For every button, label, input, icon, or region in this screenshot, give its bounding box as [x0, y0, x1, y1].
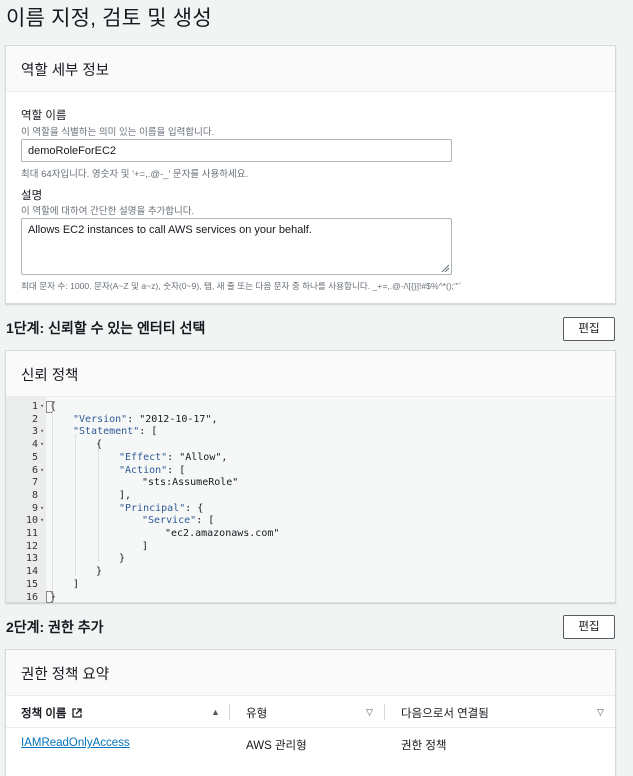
- line-number: 11: [25, 528, 38, 539]
- policy-attached-as: 권한 정책: [401, 740, 447, 752]
- line-number: 7: [31, 477, 38, 489]
- description-label: 설명: [21, 190, 43, 202]
- description-textarea[interactable]: Allows EC2 instances to call AWS service…: [21, 218, 452, 275]
- sort-icon[interactable]: ▽: [366, 707, 373, 718]
- json-key: "Version": [73, 413, 128, 425]
- code-text: }: [119, 553, 126, 565]
- code-text: }: [96, 566, 103, 578]
- code-text: ],: [119, 489, 132, 501]
- code-text: "Effect": "Allow",: [119, 452, 227, 463]
- line-number: 16: [25, 591, 38, 603]
- json-key: "Action": [119, 464, 168, 476]
- code-line: 16}: [6, 592, 615, 605]
- role-details-header: 역할 세부 정보: [6, 46, 615, 92]
- trust-policy-header: 신뢰 정책: [6, 351, 615, 397]
- role-name-constraint: 최대 64자입니다. 영숫자 및 '+=,.@-_' 문자를 사용하세요.: [21, 169, 249, 180]
- fold-arrow-icon[interactable]: ▾: [40, 466, 44, 474]
- line-number: 2: [31, 413, 38, 425]
- line-number: 4: [31, 439, 38, 451]
- code-text: "Statement": [: [73, 426, 157, 437]
- line-number: 9: [31, 502, 38, 514]
- line-number: 5: [31, 451, 38, 463]
- line-number: 6: [31, 464, 38, 476]
- page-title: 이름 지정, 검토 및 생성: [6, 7, 212, 30]
- column-label: 정책 이름: [21, 708, 67, 720]
- fold-arrow-icon[interactable]: ▾: [40, 402, 44, 410]
- line-number: 12: [25, 540, 38, 552]
- json-value: : [: [139, 426, 158, 438]
- column-divider: [229, 704, 230, 720]
- code-line: 14}: [6, 566, 615, 579]
- code-line: 2 "Version": "2012-10-17",: [6, 414, 615, 427]
- code-line: 3 ▾ "Statement": [: [6, 426, 615, 439]
- step2-title: 2단계: 권한 추가: [6, 619, 104, 635]
- role-name-input[interactable]: demoRoleForEC2: [21, 139, 452, 162]
- sort-ascending-icon[interactable]: ▲: [211, 707, 220, 717]
- resize-handle-icon[interactable]: [441, 264, 449, 272]
- code-text: "Service": [: [142, 515, 214, 526]
- indent-guide: [52, 409, 53, 589]
- json-key: "Service": [142, 515, 197, 527]
- column-header-policy-name[interactable]: 정책 이름: [21, 696, 82, 728]
- line-number: 14: [25, 566, 38, 578]
- role-name-label: 역할 이름: [21, 110, 67, 122]
- policy-name-link[interactable]: IAMReadOnlyAccess: [21, 737, 130, 749]
- permissions-summary-panel: 권한 정책 요약 정책 이름 ▲ 유형 ▽ 다음으로서 연결됨 ▽ IAMRea…: [5, 649, 616, 776]
- permissions-summary-header: 권한 정책 요약: [6, 650, 615, 696]
- code-line: 15]: [6, 579, 615, 592]
- trust-policy-code-editor[interactable]: 1 ▾{2 "Version": "2012-10-17", 3 ▾ "Statement…: [6, 397, 615, 605]
- fold-arrow-icon[interactable]: ▾: [40, 440, 44, 448]
- json-key: "Effect": [119, 451, 168, 463]
- fold-arrow-icon[interactable]: ▾: [40, 427, 44, 435]
- json-value: : {: [185, 502, 204, 514]
- json-key: "Statement": [73, 426, 140, 438]
- line-number: 3: [31, 426, 38, 438]
- description-description: 이 역할에 대하여 간단한 설명을 추가합니다.: [21, 206, 195, 217]
- bracket-match-highlight: [46, 591, 53, 603]
- step2-edit-button[interactable]: 편집: [563, 615, 615, 639]
- code-text: "Principal": {: [119, 503, 203, 514]
- code-text: "Version": "2012-10-17",: [73, 414, 218, 425]
- line-number: 13: [25, 553, 38, 565]
- indent-guide: [98, 449, 99, 561]
- json-value: : [: [167, 464, 186, 476]
- json-key: "Principal": [119, 502, 186, 514]
- table-header-row: [6, 696, 615, 728]
- code-line: 1 ▾{: [6, 401, 615, 414]
- sort-icon[interactable]: ▽: [597, 707, 604, 718]
- code-text: "ec2.amazonaws.com": [165, 528, 280, 539]
- line-number: 15: [25, 578, 38, 590]
- code-text: ]: [73, 578, 80, 590]
- fold-arrow-icon[interactable]: ▾: [40, 504, 44, 512]
- line-number: 1: [31, 401, 38, 412]
- column-header-type[interactable]: 유형: [246, 696, 267, 728]
- external-link-icon: [72, 708, 82, 718]
- description-value: Allows EC2 instances to call AWS service…: [28, 224, 312, 236]
- code-text: "sts:AssumeRole": [142, 477, 239, 489]
- indent-guide: [75, 435, 76, 575]
- code-text: ]: [142, 540, 149, 552]
- description-constraint: 최대 문자 수: 1000. 문자(A~Z 및 a~z), 숫자(0~9), 탭…: [21, 281, 462, 291]
- role-details-panel: 역할 세부 정보 역할 이름 이 역할을 식별하는 의미 있는 이름을 입력합니…: [5, 45, 616, 304]
- column-divider: [384, 704, 385, 720]
- line-number: 10: [25, 515, 38, 527]
- fold-arrow-icon[interactable]: ▾: [40, 516, 44, 524]
- json-value: : [: [196, 515, 215, 527]
- role-name-description: 이 역할을 식별하는 의미 있는 이름을 입력합니다.: [21, 127, 215, 138]
- trust-policy-panel: 신뢰 정책 1 ▾{2 "Version": "2012-10-17", 3 ▾ "Sta…: [5, 350, 616, 603]
- code-text: "Action": [: [119, 465, 185, 476]
- json-value: : "Allow",: [167, 451, 228, 463]
- code-text: {: [96, 439, 103, 451]
- step1-title: 1단계: 신뢰할 수 있는 엔터티 선택: [6, 320, 206, 336]
- json-value: : "2012-10-17",: [127, 413, 218, 425]
- step1-edit-button[interactable]: 편집: [563, 317, 615, 341]
- column-header-attached-as[interactable]: 다음으로서 연결됨: [401, 696, 489, 728]
- policy-type: AWS 관리형: [246, 740, 307, 752]
- line-number: 8: [31, 489, 38, 501]
